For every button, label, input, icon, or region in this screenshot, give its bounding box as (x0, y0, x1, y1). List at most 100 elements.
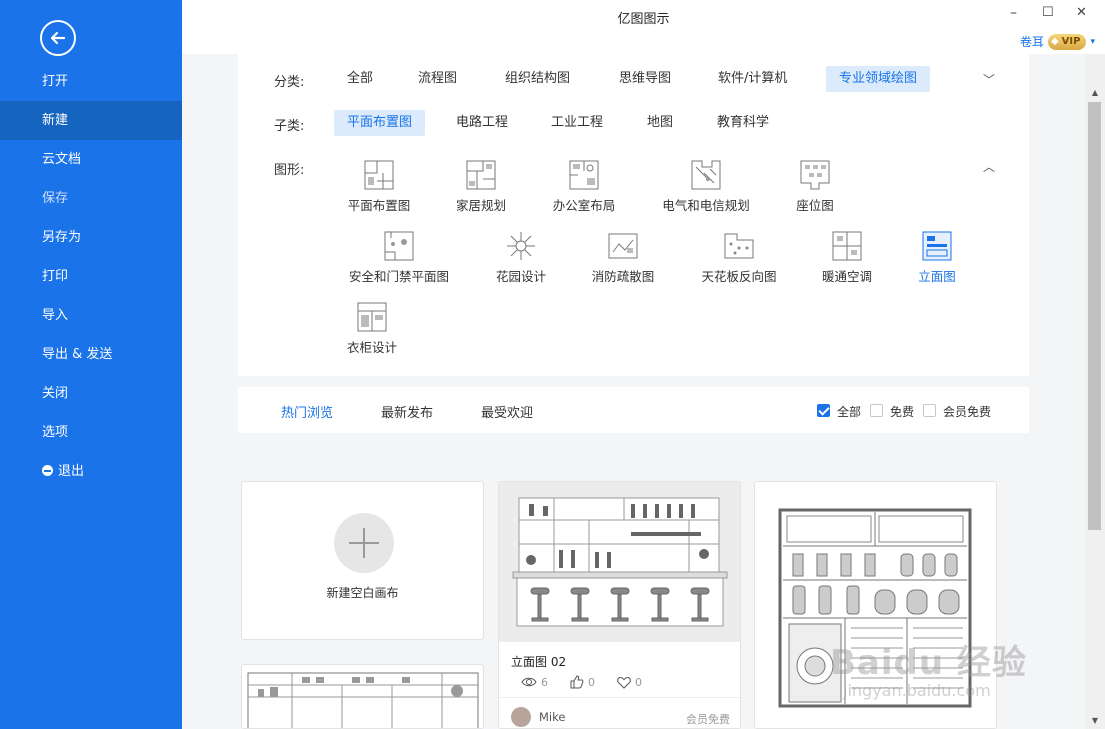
plus-icon (334, 513, 394, 573)
shape-label: 办公室布局 (552, 198, 616, 213)
checkbox-all-label: 全部 (837, 405, 862, 419)
arrow-left-icon (50, 31, 66, 45)
sidebar-item-import[interactable]: 导入 (0, 296, 182, 335)
sidebar-item-save-as[interactable]: 另存为 (0, 218, 182, 257)
template-author[interactable]: Mike (511, 707, 565, 727)
sidebar-item-new[interactable]: 新建 (0, 101, 182, 140)
app-title: 亿图图示 (617, 12, 670, 27)
home-plan-icon (466, 160, 496, 190)
sidebar-item-exit-label: 退出 (58, 464, 85, 479)
sidebar-item-close[interactable]: 关闭 (0, 374, 182, 413)
chevron-down-icon: ▾ (1090, 36, 1095, 47)
scrollbar[interactable]: ▲ ▼ (1085, 54, 1105, 729)
shape-wardrobe-design[interactable]: 衣柜设计 (307, 301, 437, 356)
floor-plan-icon (364, 160, 394, 190)
likes-stat[interactable]: 0 (570, 675, 595, 689)
sidebar-item-print[interactable]: 打印 (0, 257, 182, 296)
scroll-down-icon[interactable]: ▼ (1085, 716, 1105, 725)
template-price: 会员免费 (686, 713, 730, 726)
sidebar-item-open[interactable]: 打开 (0, 62, 182, 101)
eye-icon (521, 677, 537, 687)
new-canvas-card[interactable]: 新建空白画布 (241, 481, 484, 640)
sidebar: 打开 新建 云文档 保存 另存为 打印 导入 导出 & 发送 关闭 选项 退出 (0, 0, 182, 729)
likes-count: 0 (588, 675, 595, 689)
category-flowchart[interactable]: 流程图 (405, 66, 470, 92)
watermark-url: jingyan.baidu.com (843, 681, 991, 700)
category-mind-map[interactable]: 思维导图 (606, 66, 684, 92)
sidebar-item-cloud-docs[interactable]: 云文档 (0, 140, 182, 179)
shape-office-layout[interactable]: 办公室布局 (519, 159, 649, 214)
subcategory-floor-plan[interactable]: 平面布置图 (334, 110, 426, 136)
back-button[interactable] (40, 20, 76, 56)
shape-label: 消防疏散图 (591, 269, 655, 284)
shape-security-plan[interactable]: 安全和门禁平面图 (334, 230, 464, 285)
close-button[interactable]: ✕ (1076, 5, 1087, 20)
shape-elevation[interactable]: 立面图 (872, 230, 1002, 285)
seating-chart-icon (800, 160, 830, 190)
exit-icon (42, 465, 53, 476)
bar-elevation-illustration (512, 497, 728, 627)
category-software[interactable]: 软件/计算机 (705, 66, 800, 92)
thumbs-up-icon (570, 675, 584, 689)
shape-label: 立面图 (918, 269, 956, 284)
shapes-label: 图形: (274, 163, 305, 178)
subcategory-education[interactable]: 教育科学 (704, 110, 782, 136)
views-stat: 6 (521, 676, 548, 689)
scroll-up-icon[interactable]: ▲ (1085, 88, 1105, 97)
sidebar-item-exit[interactable]: 退出 (0, 452, 182, 491)
sidebar-item-options[interactable]: 选项 (0, 413, 182, 452)
user-menu[interactable]: 卷耳 ◆ VIP ▾ (1020, 33, 1095, 50)
template-card-partial[interactable] (241, 664, 484, 729)
security-plan-icon (384, 231, 414, 261)
sidebar-item-export-send[interactable]: 导出 & 发送 (0, 335, 182, 374)
subcategory-label: 子类: (274, 119, 305, 134)
shape-label: 座位图 (796, 198, 834, 213)
template-stats: 6 0 0 (521, 675, 642, 689)
favorites-count: 0 (635, 675, 642, 689)
elevation-icon (922, 231, 952, 261)
checkbox-vip-free[interactable] (923, 404, 936, 417)
category-professional[interactable]: 专业领域绘图 (826, 66, 931, 92)
watermark: Baidu 经验 (830, 643, 1027, 683)
template-card[interactable]: 立面图 02 6 0 0 Mike 会员免费 (498, 481, 741, 729)
office-layout-icon (569, 160, 599, 190)
subcategory-map[interactable]: 地图 (634, 110, 686, 136)
category-org-chart[interactable]: 组织结构图 (492, 66, 583, 92)
maximize-button[interactable]: ☐ (1042, 5, 1054, 20)
shape-seating-chart[interactable]: 座位图 (750, 159, 880, 214)
checkbox-free-label: 免费 (890, 405, 915, 419)
shape-label: 衣柜设计 (346, 340, 397, 355)
category-panel: 分类: 全部 流程图 组织结构图 思维导图 软件/计算机 专业领域绘图 ﹀ 子类… (238, 54, 1029, 376)
checkbox-all[interactable] (817, 404, 830, 417)
new-canvas-label: 新建空白画布 (326, 586, 399, 600)
category-all[interactable]: 全部 (334, 66, 386, 92)
garden-design-icon (507, 232, 535, 260)
checkbox-free[interactable] (870, 404, 883, 417)
ceiling-plan-icon (724, 233, 754, 259)
chevron-up-icon[interactable]: ︿ (983, 158, 995, 175)
shelf-elevation-illustration (247, 672, 479, 728)
diamond-icon: ◆ (1050, 36, 1059, 47)
hvac-icon (832, 231, 862, 261)
author-name: Mike (539, 710, 566, 724)
shape-fire-evacuation[interactable]: 消防疏散图 (558, 230, 688, 285)
tab-popular[interactable]: 热门浏览 (281, 402, 333, 421)
scroll-thumb[interactable] (1088, 102, 1101, 530)
category-label: 分类: (274, 75, 305, 90)
tab-latest[interactable]: 最新发布 (381, 402, 433, 421)
vip-label: VIP (1061, 36, 1081, 47)
favorites-stat[interactable]: 0 (617, 676, 642, 689)
shape-label: 安全和门禁平面图 (348, 269, 449, 284)
sidebar-menu: 打开 新建 云文档 保存 另存为 打印 导入 导出 & 发送 关闭 选项 退出 (0, 62, 182, 491)
filter-bar: 热门浏览 最新发布 最受欢迎 全部 免费 会员免费 (238, 387, 1029, 433)
wardrobe-design-icon (357, 302, 387, 332)
sidebar-item-save[interactable]: 保存 (0, 179, 182, 218)
subcategory-circuit[interactable]: 电路工程 (443, 110, 521, 136)
subcategory-industrial[interactable]: 工业工程 (538, 110, 616, 136)
card-divider (499, 697, 740, 698)
tab-most-liked[interactable]: 最受欢迎 (481, 402, 533, 421)
electrical-plan-icon (691, 160, 721, 190)
minimize-button[interactable]: – (1010, 5, 1017, 21)
chevron-down-icon[interactable]: ﹀ (983, 71, 995, 88)
views-count: 6 (541, 675, 548, 689)
